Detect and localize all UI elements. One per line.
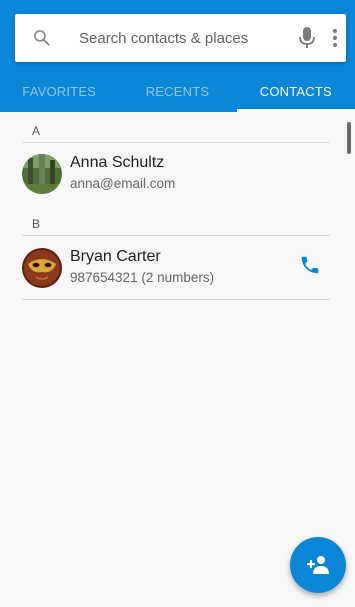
divider: [22, 299, 330, 300]
search-input[interactable]: [79, 25, 279, 51]
section-header-b: B: [32, 217, 41, 231]
contact-name: Anna Schultz: [70, 154, 165, 171]
contact-item-anna-schultz[interactable]: Anna Schultz anna@email.com: [0, 154, 340, 210]
avatar[interactable]: [22, 248, 62, 288]
add-contact-button[interactable]: [290, 537, 346, 593]
contact-email: anna@email.com: [70, 176, 176, 191]
section-header-a: A: [32, 124, 41, 138]
contact-list[interactable]: A Anna Schultz anna@email.com B Bryan Ca…: [0, 112, 355, 607]
divider: [22, 235, 330, 236]
person-add-icon: [307, 556, 329, 574]
divider: [22, 142, 330, 143]
search-bar[interactable]: [15, 14, 346, 62]
avatar[interactable]: [22, 154, 62, 194]
contact-phone: 987654321 (2 numbers): [70, 270, 215, 285]
tab-contacts[interactable]: CONTACTS: [236, 76, 355, 112]
contact-name: Bryan Carter: [70, 248, 161, 265]
contact-item-bryan-carter[interactable]: Bryan Carter 987654321 (2 numbers): [0, 248, 340, 304]
search-icon[interactable]: [32, 28, 52, 48]
tab-recents[interactable]: RECENTS: [118, 76, 236, 112]
more-vert-icon[interactable]: [332, 28, 338, 48]
phone-icon[interactable]: [299, 254, 321, 276]
scrollbar[interactable]: [347, 122, 351, 154]
microphone-icon[interactable]: [298, 26, 316, 50]
app-header: FAVORITES RECENTS CONTACTS: [0, 0, 355, 112]
tab-bar: FAVORITES RECENTS CONTACTS: [0, 76, 355, 112]
tab-favorites[interactable]: FAVORITES: [0, 76, 118, 112]
